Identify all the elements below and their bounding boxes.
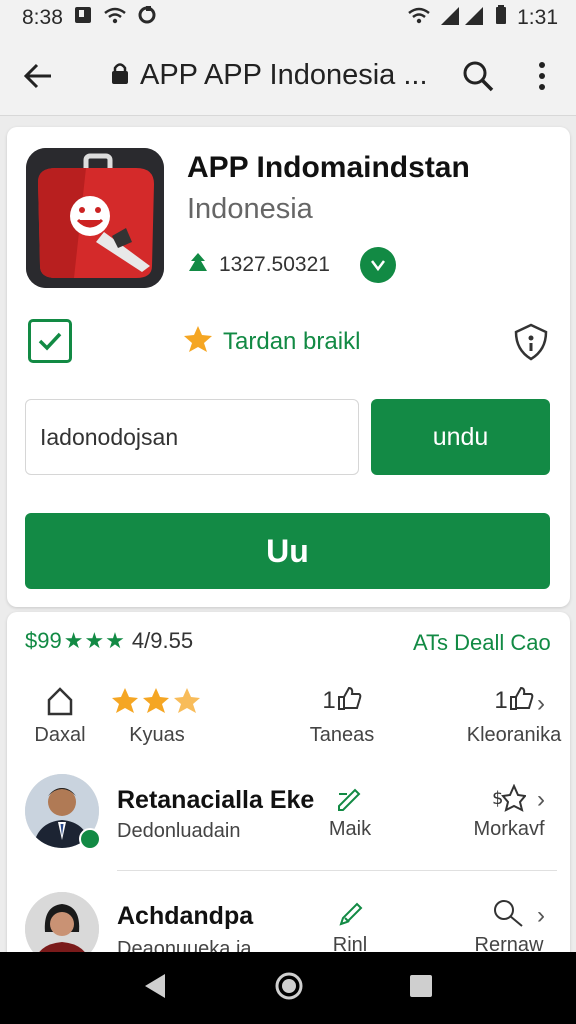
review-item: Retanacialla Eke Dedonluadain Maik $ Mor… — [7, 770, 570, 880]
wifi-icon — [103, 5, 127, 31]
rating-stars: ★★★ — [63, 628, 126, 653]
sync-icon — [137, 5, 157, 31]
system-navigation-bar — [0, 952, 576, 1024]
chevron-right-icon[interactable]: › — [537, 786, 545, 814]
reviewer-name: Achdandpa — [117, 902, 254, 930]
home-icon — [25, 682, 95, 720]
download-count: 1327.50321 — [219, 253, 330, 276]
rating-label: Tardan braikl — [223, 327, 361, 355]
stat-value: 1 — [494, 687, 508, 714]
stat-item[interactable]: 1 Kleoranika — [459, 682, 569, 747]
see-all-link[interactable]: ATs Deall Cao — [413, 630, 551, 656]
stat-item[interactable]: Kyuas — [107, 682, 207, 747]
app-detail-card: APP Indomaindstan Indonesia 1327.50321 T… — [7, 127, 570, 607]
nav-back-icon[interactable] — [143, 972, 169, 1005]
more-vert-icon — [539, 62, 545, 90]
review-action-label: Maik — [328, 818, 372, 840]
check-icon — [38, 332, 62, 351]
star-outline-icon: $ — [492, 783, 527, 817]
stat-label: Kleoranika — [466, 724, 562, 746]
name-input[interactable] — [25, 399, 359, 475]
status-time-left: 8:38 — [22, 6, 63, 29]
svg-text:$: $ — [492, 788, 503, 809]
signal-icon — [441, 5, 485, 31]
rating-score: 4/9.55 — [131, 628, 194, 653]
app-toolbar: APP APP Indonesia ... — [0, 36, 576, 116]
arrow-left-icon — [23, 63, 51, 88]
app-subtitle: Indonesia — [187, 193, 313, 225]
edit-icon — [335, 788, 365, 817]
pen-icon — [335, 902, 365, 933]
download-button[interactable]: undu — [371, 399, 550, 475]
verified-icon — [79, 828, 101, 850]
review-subtitle: Dedonluadain — [117, 820, 241, 842]
star-icon — [183, 325, 213, 358]
app-name: APP Indomaindstan — [187, 151, 470, 184]
reviewer-name: Retanacialla Eke — [117, 786, 315, 814]
price-rating-line: $99 ★★★ 4/9.55 — [25, 628, 193, 654]
shield-icon[interactable] — [512, 322, 550, 367]
price-label: $99 — [25, 628, 62, 653]
review-action-label: Morkavf — [473, 818, 545, 840]
status-time-right: 1:31 — [517, 6, 558, 29]
more-options-button[interactable] — [522, 54, 562, 98]
thumbs-up-icon — [336, 685, 362, 718]
install-button[interactable]: Uu — [25, 513, 550, 589]
download-count-row: 1327.50321 — [187, 247, 396, 283]
lock-icon — [110, 61, 130, 90]
battery-icon — [495, 5, 507, 31]
star-rating-icon — [107, 682, 207, 720]
search-button[interactable] — [456, 54, 500, 98]
rating-badge: Tardan braikl — [183, 325, 360, 358]
chevron-right-icon[interactable]: › — [537, 690, 545, 718]
divider — [117, 870, 557, 871]
search-icon — [463, 61, 494, 92]
review-action[interactable]: Maik — [315, 784, 385, 841]
notification-icon — [73, 5, 93, 31]
ratings-card: $99 ★★★ 4/9.55 ATs Deall Cao Daxal Kyuas… — [7, 612, 570, 972]
page-title: APP APP Indonesia ... — [140, 59, 428, 91]
download-icon — [187, 251, 209, 280]
verified-badge-icon[interactable] — [359, 247, 396, 283]
stat-item[interactable]: Daxal — [25, 682, 95, 747]
status-bar: 8:38 1:31 — [0, 0, 576, 36]
checkbox[interactable] — [28, 319, 72, 363]
app-logo-icon[interactable] — [26, 148, 164, 288]
stat-label: Kyuas — [129, 724, 185, 746]
stats-row: Daxal Kyuas 1 Taneas 1 Kleoranika › — [7, 682, 570, 762]
wifi-icon — [407, 5, 431, 31]
nav-home-icon[interactable] — [274, 971, 304, 1006]
review-subtitle: Deaonuueka ja — [117, 938, 252, 952]
stat-label: Daxal — [34, 724, 86, 746]
stat-item[interactable]: 1 Taneas — [297, 682, 387, 747]
stat-label: Taneas — [309, 724, 375, 746]
stat-value: 1 — [322, 687, 336, 714]
nav-recents-icon[interactable] — [409, 974, 433, 1003]
search-star-icon — [492, 900, 526, 933]
thumbs-up-icon — [508, 685, 534, 718]
back-button[interactable] — [16, 54, 60, 98]
chevron-right-icon[interactable]: › — [537, 902, 545, 930]
